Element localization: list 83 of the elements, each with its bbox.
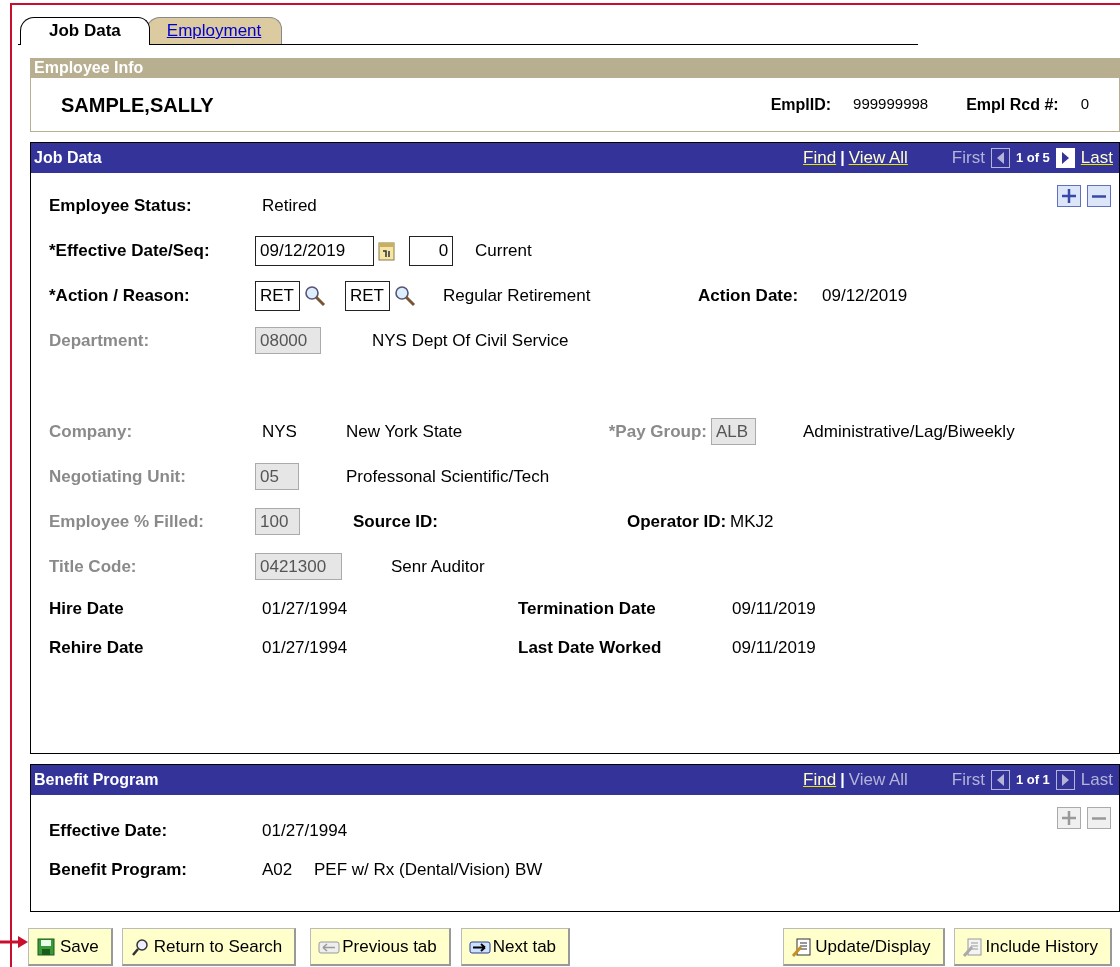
delete-button[interactable] xyxy=(1087,185,1111,207)
field-label: Employee Status: xyxy=(49,194,193,217)
input-field[interactable]: 0421300 xyxy=(255,553,343,580)
field-value: MKJ2 xyxy=(730,510,774,533)
panel-title: Job Data xyxy=(34,148,102,168)
field-value: 0 xyxy=(1080,94,1089,115)
field-label: Benefit Program: xyxy=(49,858,188,881)
tab[interactable]: Job Data xyxy=(20,17,150,45)
add-icon xyxy=(1062,811,1076,825)
field-value: PEF w/ Rx (Dental/Vision) BW xyxy=(314,858,543,881)
panel-title: Benefit Program xyxy=(34,770,159,790)
search-icon[interactable] xyxy=(304,284,327,307)
panel-title: Employee Info xyxy=(31,58,1119,78)
calendar-icon[interactable] xyxy=(378,239,396,262)
field-value: New York State xyxy=(346,420,464,443)
field-label: Department: xyxy=(49,329,151,352)
input-field[interactable]: 05 xyxy=(255,463,300,490)
field-value: A02 xyxy=(262,858,294,881)
field-label: Source ID: xyxy=(353,510,440,533)
field-label: Employee % Filled: xyxy=(49,510,205,533)
field-value: 999999998 xyxy=(853,94,929,115)
toolbar-button[interactable]: Return to Search xyxy=(121,928,297,966)
input-field[interactable]: 100 xyxy=(255,508,301,535)
field-label: Termination Date xyxy=(518,597,657,620)
field-value: Current xyxy=(475,239,532,262)
field-label: Rehire Date xyxy=(49,636,145,659)
nav-link[interactable]: Find xyxy=(803,767,837,793)
input-field[interactable]: ALB xyxy=(711,418,757,445)
toolbar-button[interactable]: Save xyxy=(28,928,113,966)
field-value: 01/27/1994 xyxy=(262,636,349,659)
employee-name: SAMPLE,SALLY xyxy=(61,92,214,118)
separator-text: | xyxy=(840,770,845,790)
input-field[interactable]: 0 xyxy=(409,235,454,266)
field-value: Retired xyxy=(262,194,317,217)
add-icon xyxy=(1062,189,1076,203)
field-label: Negotiating Unit: xyxy=(49,465,187,488)
field-label: Company: xyxy=(49,420,134,443)
input-field[interactable]: 08000 xyxy=(255,327,322,354)
nav-link[interactable]: Last xyxy=(1080,767,1113,793)
field-label: *Effective Date/Seq: xyxy=(49,239,211,262)
field-label: Action Date: xyxy=(698,284,800,307)
page-counter: 1 of 5 xyxy=(1015,149,1050,168)
field-value: NYS Dept Of Civil Service xyxy=(372,329,569,352)
field-value: 01/27/1994 xyxy=(262,819,348,842)
nav-link[interactable]: Find xyxy=(803,145,837,171)
field-value: Senr Auditor xyxy=(391,555,485,578)
separator-text: | xyxy=(840,148,845,168)
field-label: Hire Date xyxy=(49,597,125,620)
input-field[interactable]: RET xyxy=(255,280,301,311)
toolbar-button[interactable]: Previous tab xyxy=(310,928,451,966)
field-label: Empl Rcd #: xyxy=(966,94,1059,115)
toolbar-button[interactable]: Include History xyxy=(953,928,1112,966)
field-value: 01/27/1994 xyxy=(262,597,349,620)
field-label: EmplID: xyxy=(770,94,832,115)
field-value: 09/11/2019 xyxy=(732,636,816,659)
nav-link[interactable]: First xyxy=(951,145,985,171)
field-value: Professonal Scientific/Tech xyxy=(346,465,550,488)
document-pencil-icon xyxy=(791,936,814,957)
search-icon[interactable] xyxy=(394,284,417,307)
field-label: Title Code: xyxy=(49,555,138,578)
delete-icon xyxy=(1092,194,1106,198)
toolbar-button[interactable]: Update/Display xyxy=(783,928,945,966)
input-field[interactable]: 09/12/2019 xyxy=(255,235,374,266)
input-field[interactable]: RET xyxy=(345,280,391,311)
toolbar-button[interactable]: Next tab xyxy=(460,928,571,966)
document-pencil-icon xyxy=(961,936,984,957)
field-label: *Pay Group: xyxy=(607,420,708,443)
nav-link[interactable]: Last xyxy=(1080,145,1113,171)
nav-link[interactable]: View All xyxy=(848,767,908,793)
field-label: Effective Date: xyxy=(49,819,169,842)
page-counter: 1 of 1 xyxy=(1015,771,1050,790)
field-value: Regular Retirement xyxy=(443,284,592,307)
field-value: 09/12/2019 xyxy=(822,284,908,307)
field-label: Last Date Worked xyxy=(518,636,663,659)
field-label: *Action / Reason: xyxy=(49,284,191,307)
delete-icon xyxy=(1092,816,1106,820)
field-value: NYS xyxy=(262,420,298,443)
add-button[interactable] xyxy=(1057,185,1081,207)
field-value: Administrative/Lag/Biweekly xyxy=(803,420,1015,443)
nav-link[interactable]: View All xyxy=(848,145,908,171)
field-label: Operator ID: xyxy=(627,510,728,533)
nav-link[interactable]: First xyxy=(951,767,985,793)
field-value: 09/11/2019 xyxy=(732,597,816,620)
